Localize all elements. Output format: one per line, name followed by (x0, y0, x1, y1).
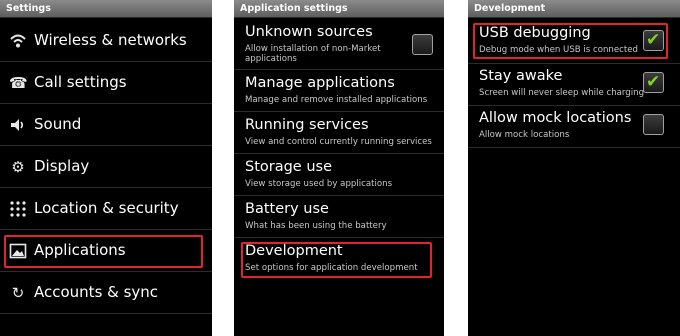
settings-item-location-security[interactable]: Location & security (0, 188, 212, 230)
dev-setting-title: Allow mock locations (479, 110, 632, 126)
dev-setting-subtitle: Debug mode when USB is connected (479, 45, 639, 55)
app-setting-title: Running services (245, 117, 369, 133)
development-title: Development (468, 0, 680, 18)
app-setting-title: Manage applications (245, 75, 395, 91)
settings-title: Settings (0, 0, 212, 18)
unknown-sources-checkbox[interactable] (412, 34, 433, 55)
app-setting-title: Unknown sources (245, 24, 373, 40)
phone-icon: ☎ (9, 74, 28, 92)
wifi-icon (9, 32, 27, 50)
settings-item-sound[interactable]: Sound (0, 104, 212, 146)
app-setting-title: Storage use (245, 159, 333, 175)
settings-item-label: Call settings (34, 73, 127, 91)
app-setting-manage-applications[interactable]: Manage applications Manage and remove in… (234, 70, 444, 112)
dev-setting-subtitle: Screen will never sleep while charging (479, 88, 645, 98)
dev-setting-stay-awake[interactable]: Stay awake Screen will never sleep while… (468, 64, 680, 106)
sync-icon: ↻ (11, 284, 25, 302)
settings-item-accounts-sync[interactable]: ↻ Accounts & sync (0, 272, 212, 314)
app-setting-storage-use[interactable]: Storage use View storage used by applica… (234, 154, 444, 196)
app-setting-development[interactable]: Development Set options for application … (234, 238, 444, 280)
settings-item-label: Sound (34, 115, 82, 133)
app-setting-title: Development (245, 243, 343, 259)
applications-icon (9, 242, 27, 260)
settings-item-call[interactable]: ☎ Call settings (0, 62, 212, 104)
app-setting-title: Battery use (245, 201, 329, 217)
app-setting-subtitle: Allow installation of non-Market (245, 44, 381, 54)
dev-setting-allow-mock-locations[interactable]: Allow mock locations Allow mock location… (468, 106, 680, 148)
app-setting-subtitle: View and control currently running servi… (245, 137, 432, 147)
app-setting-subtitle: Set options for application development (245, 263, 418, 273)
settings-screen: Settings Wireless & networks ☎ Call sett… (0, 0, 212, 336)
settings-item-applications[interactable]: Applications (0, 230, 212, 272)
app-setting-subtitle: Manage and remove installed applications (245, 95, 428, 105)
app-setting-unknown-sources[interactable]: Unknown sources Allow installation of no… (234, 20, 444, 70)
app-setting-subtitle: What has been using the battery (245, 221, 387, 231)
speaker-icon (9, 116, 27, 134)
checkmark-icon: ✔ (646, 72, 661, 92)
settings-item-label: Wireless & networks (34, 31, 187, 49)
usb-debugging-checkbox[interactable]: ✔ (643, 30, 664, 51)
dev-setting-usb-debugging[interactable]: USB debugging Debug mode when USB is con… (468, 20, 680, 64)
app-setting-subtitle-line2: applications (245, 54, 297, 64)
dev-setting-title: Stay awake (479, 68, 563, 84)
settings-item-label: Applications (34, 241, 126, 259)
application-settings-title: Application settings (234, 0, 444, 18)
settings-item-wireless[interactable]: Wireless & networks (0, 20, 212, 62)
app-setting-running-services[interactable]: Running services View and control curren… (234, 112, 444, 154)
dev-setting-subtitle: Allow mock locations (479, 130, 570, 140)
settings-item-display[interactable]: ⚙ Display (0, 146, 212, 188)
dev-setting-title: USB debugging (479, 25, 591, 41)
display-gear-icon: ⚙ (11, 158, 25, 176)
location-grid-icon (9, 200, 27, 218)
allow-mock-locations-checkbox[interactable] (643, 114, 664, 135)
app-setting-battery-use[interactable]: Battery use What has been using the batt… (234, 196, 444, 238)
checkmark-icon: ✔ (646, 30, 661, 50)
stay-awake-checkbox[interactable]: ✔ (643, 72, 664, 93)
development-screen: Development USB debugging Debug mode whe… (468, 0, 680, 336)
application-settings-screen: Application settings Unknown sources All… (234, 0, 444, 336)
app-setting-subtitle: View storage used by applications (245, 179, 393, 189)
settings-item-label: Accounts & sync (34, 283, 159, 301)
settings-item-label: Location & security (34, 199, 179, 217)
settings-item-label: Display (34, 157, 90, 175)
